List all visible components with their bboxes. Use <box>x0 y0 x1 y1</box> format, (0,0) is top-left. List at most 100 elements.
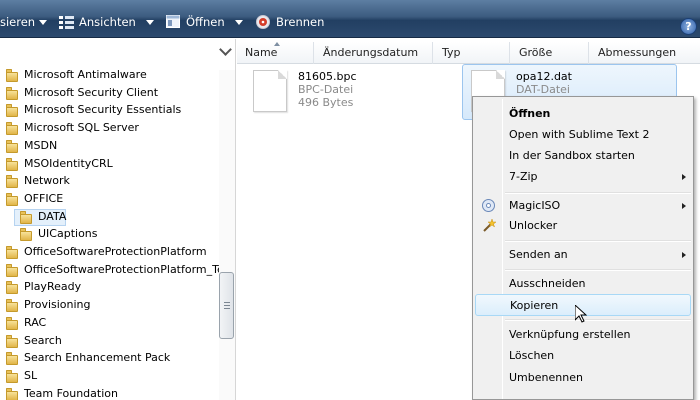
magic-wand-icon <box>483 218 496 232</box>
menu-separator <box>505 269 691 271</box>
menu-item-label: Senden an <box>509 248 568 261</box>
tree-item-label: MSDN <box>24 138 58 152</box>
folder-icon <box>6 299 18 313</box>
folder-icon <box>6 192 18 206</box>
tree-item-label: Microsoft Security Essentials <box>24 103 182 117</box>
context-menu: Öffnen Open with Sublime Text 2 In der S… <box>472 96 694 400</box>
tree-item[interactable]: OFFICE <box>0 191 220 208</box>
help-icon[interactable]: ? <box>680 18 697 35</box>
tree-item-label: OFFICE <box>24 191 64 205</box>
column-dimensions[interactable]: Abmessungen <box>590 42 700 64</box>
tree-scrollbar-thumb[interactable] <box>219 272 234 339</box>
tree-item[interactable]: Search Enhancement Pack <box>0 350 220 367</box>
file-tile[interactable]: 81605.bpc BPC-Datei 496 Bytes <box>253 70 453 114</box>
submenu-arrow-icon <box>682 252 686 258</box>
menu-item-label: Kopieren <box>510 299 559 312</box>
tree-scrollbar-track[interactable] <box>219 70 235 400</box>
tree-item[interactable]: Microsoft Security Client <box>0 85 220 102</box>
menu-item-sandbox[interactable]: In der Sandbox starten <box>475 145 691 167</box>
tree-item[interactable]: SL <box>0 368 220 385</box>
folder-icon <box>20 228 32 242</box>
folder-icon <box>6 387 18 400</box>
tree-item[interactable]: DATA <box>0 208 220 226</box>
column-type[interactable]: Typ <box>434 42 510 64</box>
folder-tree: Microsoft Antimalware Microsoft Security … <box>0 39 236 400</box>
column-name[interactable]: Name <box>237 42 314 64</box>
submenu-arrow-icon <box>682 203 686 209</box>
column-dimensions-label: Abmessungen <box>598 46 677 59</box>
tree-item-label: SL <box>24 368 38 382</box>
menu-item-send-to[interactable]: Senden an <box>475 244 691 266</box>
folder-icon <box>6 104 18 118</box>
folder-icon <box>6 369 18 383</box>
magiciso-icon <box>482 199 495 212</box>
menu-item-magiciso[interactable]: MagicISO <box>475 195 691 217</box>
chevron-down-icon[interactable] <box>219 43 232 56</box>
folder-icon <box>20 210 32 224</box>
menu-item-label: Löschen <box>509 349 555 362</box>
tree-item-label: Network <box>24 174 70 188</box>
column-modified[interactable]: Änderungsdatum <box>315 42 433 64</box>
tree-item[interactable]: Microsoft Security Essentials <box>0 102 220 119</box>
menu-item-7zip[interactable]: 7-Zip <box>475 166 691 188</box>
mouse-cursor-icon <box>575 305 587 323</box>
tree-item-label: OfficeSoftwareProtectionPlatform <box>24 245 207 258</box>
menu-item-label: In der Sandbox starten <box>509 149 635 162</box>
column-size[interactable]: Größe <box>511 42 589 64</box>
tree-item[interactable]: RAC <box>0 315 220 332</box>
tree-item-label: PlayReady <box>24 280 82 294</box>
menu-item-open[interactable]: Öffnen <box>475 103 691 125</box>
menu-item-label: 7-Zip <box>509 170 538 183</box>
tree-item-label: Search <box>24 333 62 347</box>
menu-item-create-shortcut[interactable]: Verknüpfung erstellen <box>475 324 691 346</box>
organize-dropdown-icon[interactable] <box>39 20 47 25</box>
tree-item-label: RAC <box>24 315 47 329</box>
views-dropdown-icon[interactable] <box>146 20 154 25</box>
tree-item[interactable]: Microsoft Antimalware <box>0 67 220 84</box>
tree-item-label: DATA <box>38 209 67 223</box>
menu-item-open-sublime[interactable]: Open with Sublime Text 2 <box>475 124 691 146</box>
column-name-label: Name <box>245 46 278 59</box>
tree-item-label: Microsoft Antimalware <box>24 68 147 81</box>
tree-item[interactable]: Team Foundation <box>0 386 220 400</box>
tree-item[interactable]: OfficeSoftwareProtectionPlatform <box>0 244 220 261</box>
views-label: Ansichten <box>79 15 136 29</box>
column-size-label: Größe <box>519 46 553 59</box>
menu-item-label: Ausschneiden <box>509 277 586 290</box>
tree-item[interactable]: PlayReady <box>0 279 220 296</box>
views-icon <box>59 16 74 29</box>
open-label: Öffnen <box>186 15 225 29</box>
tree-item[interactable]: Provisioning <box>0 297 220 314</box>
folder-icon <box>6 157 18 171</box>
tree-item[interactable]: Search <box>0 333 220 350</box>
tree-item[interactable]: Microsoft SQL Server <box>0 120 220 137</box>
open-dropdown-icon[interactable] <box>235 20 243 25</box>
menu-item-unlocker[interactable]: Unlocker <box>475 215 691 237</box>
menu-item-cut[interactable]: Ausschneiden <box>475 273 691 295</box>
tree-item-label: Microsoft SQL Server <box>24 121 139 135</box>
tree-item[interactable]: MSDN <box>0 138 220 155</box>
menu-item-label: Unlocker <box>509 219 558 232</box>
menu-item-delete[interactable]: Löschen <box>475 345 691 367</box>
tree-item[interactable]: MSOIdentityCRL <box>0 156 220 173</box>
burn-disc-icon <box>256 15 270 29</box>
folder-icon <box>6 122 18 136</box>
menu-item-label: Öffnen <box>509 107 551 120</box>
folder-icon <box>6 175 18 189</box>
menu-separator <box>505 240 691 242</box>
tree-item-label: Provisioning <box>24 298 91 312</box>
column-modified-label: Änderungsdatum <box>323 46 419 59</box>
tree-item[interactable]: OfficeSoftwareProtectionPlatform_Test <box>0 262 234 279</box>
submenu-arrow-icon <box>682 174 686 180</box>
tree-item-label: UICaptions <box>38 227 98 241</box>
tree-item-label: MSOIdentityCRL <box>24 156 113 170</box>
folder-icon <box>6 86 18 100</box>
tree-item[interactable]: Network <box>0 173 220 190</box>
tree-item-label: Team Foundation <box>24 386 118 400</box>
organize-label: sieren <box>0 15 36 29</box>
burn-label: Brennen <box>276 15 325 29</box>
column-header-bar: Name Änderungsdatum Typ Größe Abmessunge… <box>237 42 700 64</box>
folder-icon <box>6 334 18 348</box>
tree-item[interactable]: UICaptions <box>0 226 220 243</box>
menu-item-rename[interactable]: Umbenennen <box>475 367 691 389</box>
